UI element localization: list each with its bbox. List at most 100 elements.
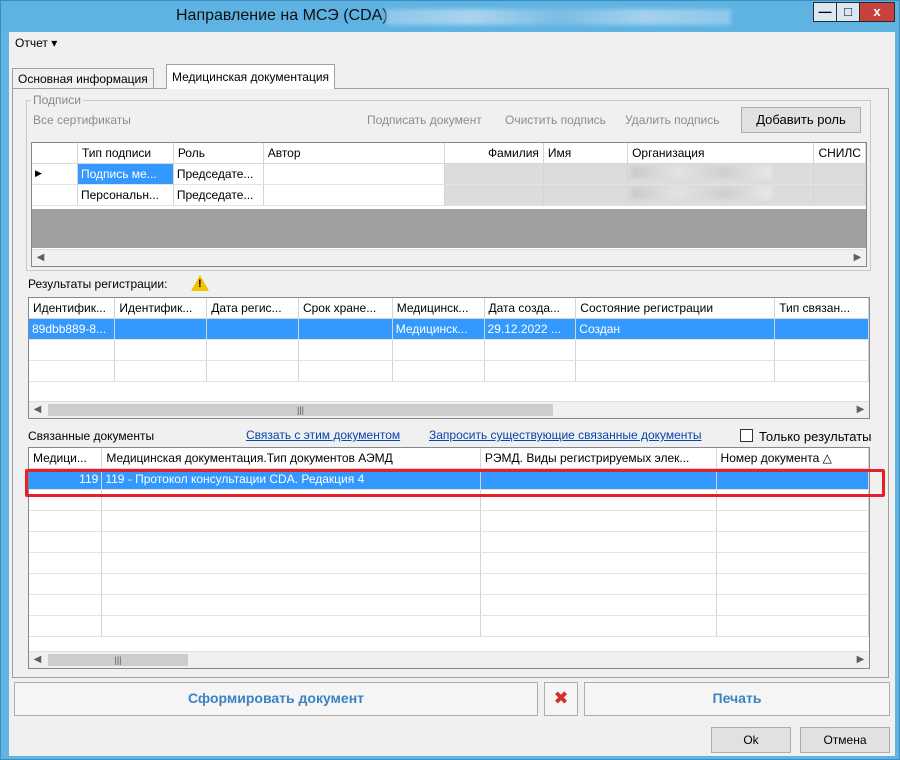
- horizontal-scrollbar[interactable]: ◀ ||| ▶: [29, 401, 869, 418]
- cell[interactable]: Создан: [575, 318, 776, 340]
- minimize-button[interactable]: —: [813, 2, 837, 22]
- table-row[interactable]: [29, 552, 869, 574]
- cell-last-name[interactable]: [444, 163, 544, 185]
- cell[interactable]: 89dbb889-8...: [29, 318, 116, 340]
- ok-button[interactable]: Ok: [711, 727, 791, 753]
- horizontal-scrollbar[interactable]: ◀ ▶: [32, 249, 866, 266]
- column-header[interactable]: Медици...: [29, 448, 103, 469]
- close-button[interactable]: x: [859, 2, 895, 22]
- scroll-thumb-icon[interactable]: |||: [48, 654, 188, 666]
- generate-document-button[interactable]: Сформировать документ: [14, 682, 538, 716]
- scroll-left-icon[interactable]: ◀: [29, 402, 46, 418]
- delete-signature-button[interactable]: Удалить подпись: [625, 113, 720, 127]
- column-header[interactable]: Тип подписи: [77, 143, 174, 164]
- cell-author[interactable]: [263, 163, 445, 185]
- scroll-left-icon[interactable]: ◀: [32, 250, 49, 266]
- cell-signature-type[interactable]: Персональн...: [77, 184, 174, 206]
- cell-organization[interactable]: [627, 184, 815, 206]
- table-row[interactable]: [29, 360, 869, 382]
- signatures-legend: Подписи: [33, 93, 81, 107]
- table-row[interactable]: [29, 573, 869, 595]
- linked-documents-table: Медици... Медицинская документация.Тип д…: [29, 448, 869, 637]
- cell[interactable]: 119: [29, 468, 103, 490]
- signatures-header-row: Тип подписи Роль Автор Фамилия Имя Орган…: [32, 143, 866, 164]
- tab-medical-docs[interactable]: Медицинская документация: [166, 64, 336, 89]
- scroll-left-icon[interactable]: ◀: [29, 652, 46, 668]
- horizontal-scrollbar[interactable]: ◀ ||| ▶: [29, 651, 869, 668]
- cell[interactable]: [298, 318, 393, 340]
- column-header-sorted[interactable]: Номер документа △: [716, 448, 869, 469]
- only-results-label: Только результаты: [759, 429, 872, 444]
- table-row[interactable]: [29, 615, 869, 637]
- warning-icon: !: [191, 275, 209, 291]
- menu-report[interactable]: Отчет ▾: [11, 34, 61, 52]
- linked-header-row: Медици... Медицинская документация.Тип д…: [29, 448, 869, 469]
- tab-main-info[interactable]: Основная информация: [12, 68, 154, 88]
- cell[interactable]: 29.12.2022 ...: [484, 318, 577, 340]
- table-row[interactable]: Персональн... Председате...: [32, 184, 866, 206]
- column-header[interactable]: РЭМД. Виды регистрируемых элек...: [480, 448, 717, 469]
- column-header[interactable]: Имя: [543, 143, 629, 164]
- column-header[interactable]: Идентифик...: [114, 298, 208, 319]
- column-header[interactable]: Роль: [173, 143, 264, 164]
- table-row[interactable]: [29, 531, 869, 553]
- print-button[interactable]: Печать: [584, 682, 890, 716]
- row-marker-icon: ▶: [32, 163, 78, 185]
- scroll-right-icon[interactable]: ▶: [852, 402, 869, 418]
- column-header[interactable]: Медицинск...: [392, 298, 485, 319]
- table-row[interactable]: 119 119 - Протокол консультации CDA. Ред…: [29, 468, 869, 490]
- table-row[interactable]: ▶ Подпись ме... Председате...: [32, 163, 866, 185]
- cell[interactable]: [480, 468, 717, 490]
- cell-role[interactable]: Председате...: [173, 184, 264, 206]
- cell[interactable]: Медицинск...: [392, 318, 485, 340]
- window-title: Направление на МСЭ (CDA) -: [176, 7, 398, 24]
- row-marker-icon: [32, 184, 78, 206]
- cancel-button[interactable]: Отмена: [800, 727, 890, 753]
- cell[interactable]: [114, 318, 208, 340]
- cell-snils[interactable]: [813, 163, 866, 185]
- scroll-right-icon[interactable]: ▶: [852, 652, 869, 668]
- cell-last-name[interactable]: [444, 184, 544, 206]
- column-header[interactable]: Фамилия: [444, 143, 544, 164]
- column-header[interactable]: Срок хране...: [298, 298, 393, 319]
- table-row[interactable]: 89dbb889-8... Медицинск... 29.12.2022 ..…: [29, 318, 869, 340]
- menu-bar: Отчет ▾: [11, 36, 61, 54]
- sign-document-button[interactable]: Подписать документ: [367, 113, 482, 127]
- title-redacted: [386, 9, 731, 25]
- scroll-thumb-icon[interactable]: |||: [48, 404, 553, 416]
- cell[interactable]: [774, 318, 869, 340]
- column-header[interactable]: Тип связан...: [774, 298, 869, 319]
- only-results-checkbox[interactable]: [740, 429, 753, 442]
- column-header[interactable]: Медицинская документация.Тип документов …: [101, 448, 481, 469]
- maximize-button[interactable]: □: [836, 2, 860, 22]
- clear-signature-button[interactable]: Очистить подпись: [505, 113, 606, 127]
- cell-role[interactable]: Председате...: [173, 163, 264, 185]
- table-row[interactable]: [29, 510, 869, 532]
- column-header[interactable]: Идентифик...: [29, 298, 116, 319]
- column-header[interactable]: Организация: [627, 143, 815, 164]
- delete-document-button[interactable]: ✖: [544, 682, 578, 716]
- cell[interactable]: [206, 318, 299, 340]
- cell[interactable]: 119 - Протокол консультации CDA. Редакци…: [101, 468, 481, 490]
- request-linked-documents-link[interactable]: Запросить существующие связанные докумен…: [429, 428, 702, 442]
- link-to-this-document[interactable]: Связать с этим документом: [246, 428, 400, 442]
- table-row[interactable]: [29, 339, 869, 361]
- table-row[interactable]: [29, 594, 869, 616]
- column-header[interactable]: Автор: [263, 143, 445, 164]
- cell-organization[interactable]: [627, 163, 815, 185]
- table-row[interactable]: [29, 489, 869, 511]
- column-header[interactable]: Состояние регистрации: [575, 298, 776, 319]
- add-role-button[interactable]: Добавить роль: [741, 107, 861, 133]
- cell[interactable]: [716, 468, 869, 490]
- title-bar[interactable]: Направление на МСЭ (CDA) - — □ x: [1, 1, 899, 31]
- cell-first-name[interactable]: [543, 163, 629, 185]
- cell-author[interactable]: [263, 184, 445, 206]
- cell-first-name[interactable]: [543, 184, 629, 206]
- cell-signature-type[interactable]: Подпись ме...: [77, 163, 174, 185]
- column-header[interactable]: СНИЛС: [813, 143, 866, 164]
- cell-snils[interactable]: [813, 184, 866, 206]
- all-certificates-link[interactable]: Все сертификаты: [33, 113, 131, 127]
- column-header[interactable]: Дата регис...: [206, 298, 299, 319]
- scroll-right-icon[interactable]: ▶: [849, 250, 866, 266]
- column-header[interactable]: Дата созда...: [484, 298, 577, 319]
